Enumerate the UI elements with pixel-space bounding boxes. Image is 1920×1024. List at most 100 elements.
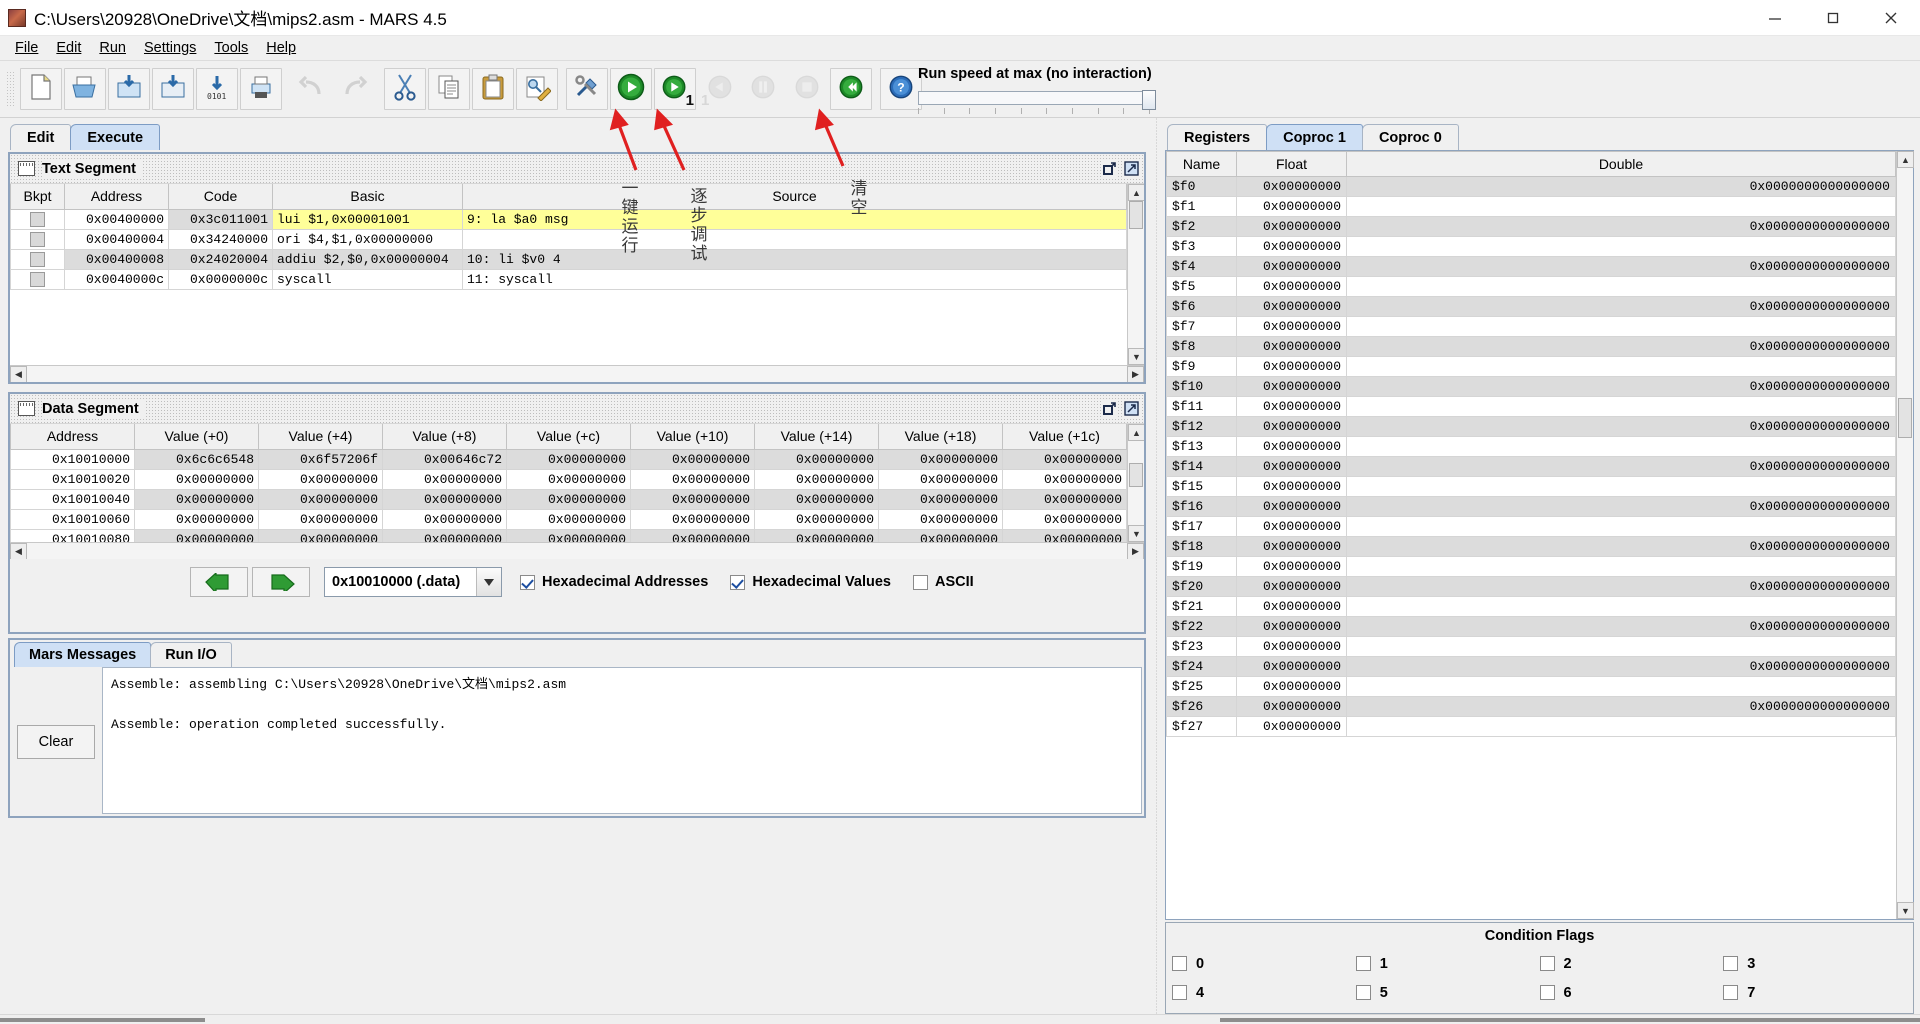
table-row[interactable]: $f11 0x00000000 [1166,396,1896,417]
table-row[interactable]: $f26 0x00000000 0x0000000000000000 [1166,696,1896,717]
scroll-down-icon[interactable]: ▼ [1897,902,1914,919]
table-row[interactable]: $f12 0x00000000 0x0000000000000000 [1166,416,1896,437]
scroll-down-icon[interactable]: ▼ [1128,525,1144,542]
data-segment-horizontal-scrollbar[interactable]: ◀ ▶ [10,542,1144,559]
text-segment-restore-button[interactable] [1101,160,1118,177]
backstep-button[interactable]: 1 [698,68,740,110]
bkpt-cell[interactable] [10,248,65,270]
table-row[interactable]: $f9 0x00000000 [1166,356,1896,377]
condition-flag-7[interactable]: 7 [1723,978,1907,1007]
th-ds-v4[interactable]: Value (+4) [258,424,383,450]
menu-edit[interactable]: Edit [47,38,90,58]
condition-flag-6[interactable]: 6 [1539,978,1724,1007]
scroll-track-h[interactable] [27,543,1127,559]
condition-flag-4[interactable]: 4 [1172,978,1356,1007]
table-row[interactable]: $f5 0x00000000 [1166,276,1896,297]
data-segment-maximize-button[interactable] [1123,400,1140,417]
find-replace-button[interactable] [516,68,558,110]
scroll-left-icon[interactable]: ◀ [10,366,27,382]
table-row[interactable]: $f23 0x00000000 [1166,636,1896,657]
menu-settings[interactable]: Settings [135,38,205,58]
tab-registers[interactable]: Registers [1167,124,1268,150]
th-reg-name[interactable]: Name [1166,151,1237,177]
table-row[interactable]: $f10 0x00000000 0x0000000000000000 [1166,376,1896,397]
table-row[interactable]: $f19 0x00000000 [1166,556,1896,577]
next-memory-page-button[interactable] [252,567,310,597]
scroll-up-icon[interactable]: ▲ [1128,184,1144,201]
checkbox-box[interactable] [1539,956,1555,971]
scroll-up-icon[interactable]: ▲ [1897,151,1914,168]
tab-edit[interactable]: Edit [10,124,72,150]
table-row[interactable]: $f17 0x00000000 [1166,516,1896,537]
breakpoint-checkbox[interactable] [30,211,45,227]
table-row[interactable]: $f8 0x00000000 0x0000000000000000 [1166,336,1896,357]
scroll-track-h[interactable] [27,366,1127,382]
chevron-down-icon[interactable] [476,568,501,596]
tab-execute[interactable]: Execute [70,124,161,150]
table-row[interactable]: 0x10010000 0x6c6c6548 0x6f57206f 0x00646… [10,448,1127,470]
bkpt-cell[interactable] [10,268,65,290]
scroll-track[interactable] [1897,168,1913,902]
paste-button[interactable] [472,68,514,110]
data-segment-vertical-scrollbar[interactable]: ▲ ▼ [1127,424,1144,542]
table-row[interactable]: $f20 0x00000000 0x0000000000000000 [1166,576,1896,597]
memory-segment-select[interactable]: 0x10010000 (.data) [324,567,502,597]
table-row[interactable]: $f3 0x00000000 [1166,236,1896,257]
breakpoint-checkbox[interactable] [30,271,45,287]
th-ds-v10[interactable]: Value (+10) [630,424,755,450]
table-row[interactable]: $f24 0x00000000 0x0000000000000000 [1166,656,1896,677]
th-address[interactable]: Address [64,184,169,210]
save-file-button[interactable] [108,68,150,110]
hex-values-checkbox[interactable]: Hexadecimal Values [730,574,891,590]
scroll-track[interactable] [1128,201,1144,348]
table-row[interactable]: $f7 0x00000000 [1166,316,1896,337]
table-row[interactable]: 0x10010020 0x00000000 0x00000000 0x00000… [10,468,1127,490]
condition-flag-0[interactable]: 0 [1172,949,1356,978]
copy-button[interactable] [428,68,470,110]
menu-file[interactable]: File [6,38,47,58]
pane-split-handle[interactable] [1152,118,1161,1014]
table-row[interactable]: 0x00400008 0x24020004 addiu $2,$0,0x0000… [10,248,1127,270]
th-ds-vc[interactable]: Value (+c) [506,424,631,450]
tab-mars-messages[interactable]: Mars Messages [14,642,152,667]
bkpt-cell[interactable] [10,208,65,230]
bkpt-cell[interactable] [10,228,65,250]
scroll-thumb[interactable] [1129,463,1143,487]
new-file-button[interactable] [20,68,62,110]
th-ds-v18[interactable]: Value (+18) [878,424,1003,450]
stop-button[interactable] [786,68,828,110]
th-bkpt[interactable]: Bkpt [10,184,65,210]
th-ds-v8[interactable]: Value (+8) [382,424,507,450]
ascii-checkbox[interactable]: ASCII [912,574,974,590]
table-row[interactable]: $f6 0x00000000 0x0000000000000000 [1166,296,1896,317]
scroll-track[interactable] [1128,441,1144,525]
reset-button[interactable] [830,68,872,110]
checkbox-box[interactable] [730,574,746,590]
print-button[interactable] [240,68,282,110]
prev-memory-page-button[interactable] [190,567,248,597]
checkbox-box[interactable] [1355,985,1371,1000]
table-row[interactable]: $f1 0x00000000 [1166,196,1896,217]
checkbox-box[interactable] [912,574,928,590]
scroll-left-icon[interactable]: ◀ [10,543,27,559]
redo-button[interactable] [334,68,376,110]
th-basic[interactable]: Basic [272,184,463,210]
tab-run-io[interactable]: Run I/O [150,642,232,667]
table-row[interactable]: $f0 0x00000000 0x0000000000000000 [1166,176,1896,197]
table-row[interactable]: $f15 0x00000000 [1166,476,1896,497]
checkbox-box[interactable] [1172,985,1187,1000]
table-row[interactable]: $f14 0x00000000 0x0000000000000000 [1166,456,1896,477]
condition-flag-2[interactable]: 2 [1539,949,1724,978]
checkbox-box[interactable] [1355,956,1371,971]
minimize-button[interactable] [1746,0,1804,36]
table-row[interactable]: $f16 0x00000000 0x0000000000000000 [1166,496,1896,517]
th-ds-v0[interactable]: Value (+0) [134,424,259,450]
table-row[interactable]: 0x0040000c 0x0000000c syscall 11: syscal… [10,268,1127,290]
breakpoint-checkbox[interactable] [30,231,45,247]
scroll-thumb[interactable] [1129,201,1143,229]
checkbox-box[interactable] [1172,956,1187,971]
table-row[interactable]: $f2 0x00000000 0x0000000000000000 [1166,216,1896,237]
table-row[interactable]: $f13 0x00000000 [1166,436,1896,457]
scroll-down-icon[interactable]: ▼ [1128,348,1144,365]
th-reg-float[interactable]: Float [1236,151,1347,177]
